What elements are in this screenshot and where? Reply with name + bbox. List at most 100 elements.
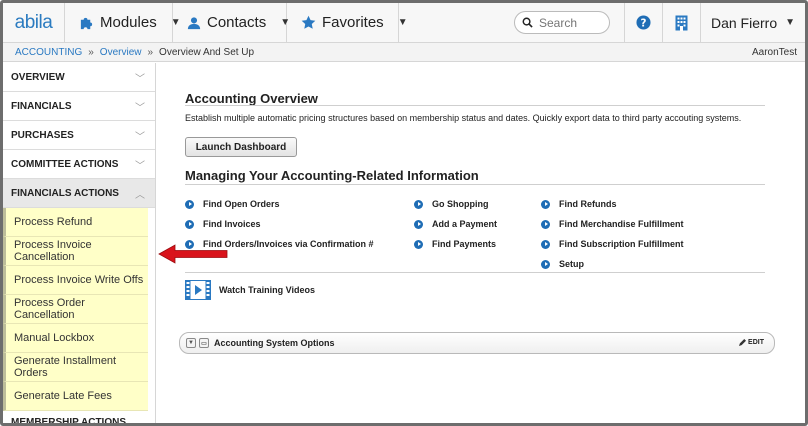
link-find-subscription-fulfillment[interactable]: Find Subscription Fulfillment bbox=[541, 234, 684, 254]
arrow-bullet-icon bbox=[185, 199, 194, 209]
links-column-3: Find Refunds Find Merchandise Fulfillmen… bbox=[541, 194, 684, 274]
help-icon: ? bbox=[636, 15, 651, 30]
video-icon bbox=[185, 280, 211, 300]
arrow-bullet-icon bbox=[414, 199, 423, 209]
breadcrumb-accounting[interactable]: ACCOUNTING bbox=[15, 47, 82, 58]
breadcrumb-current: Overview And Set Up bbox=[159, 46, 255, 58]
sidebar-section-financials[interactable]: FINANCIALS ﹀ bbox=[3, 92, 155, 121]
arrow-bullet-icon bbox=[541, 219, 550, 229]
arrow-bullet-icon bbox=[541, 259, 550, 269]
tenant-name: AaronTest bbox=[751, 47, 797, 58]
link-label: Find Open Orders bbox=[203, 199, 280, 209]
contacts-label: Contacts bbox=[207, 14, 267, 31]
caret-down-icon: ▼ bbox=[785, 17, 796, 28]
edit-button[interactable]: EDIT bbox=[739, 339, 764, 346]
sidebar-section-label: COMMITTEE ACTIONS bbox=[11, 158, 119, 170]
breadcrumb-overview[interactable]: Overview bbox=[100, 47, 142, 58]
chevron-down-icon: ﹀ bbox=[135, 73, 145, 85]
launch-dashboard-button[interactable]: Launch Dashboard bbox=[185, 137, 297, 157]
chevron-down-icon: ﹀ bbox=[135, 160, 145, 172]
sidebar-section-membership-actions[interactable]: MEMBERSHIP ACTIONS bbox=[3, 411, 155, 426]
sidebar-item-generate-installment-orders[interactable]: Generate Installment Orders bbox=[3, 353, 148, 382]
search-icon bbox=[522, 17, 533, 28]
contacts-menu[interactable]: Contacts ▼ bbox=[173, 3, 290, 43]
arrow-bullet-icon bbox=[541, 199, 550, 209]
main-content: Accounting Overview Establish multiple a… bbox=[157, 63, 805, 423]
link-label: Find Payments bbox=[432, 239, 497, 249]
collapse-toggle-icon[interactable]: ▼ bbox=[186, 338, 196, 348]
panel-title: Accounting System Options bbox=[214, 338, 335, 348]
sidebar-section-label: PURCHASES bbox=[11, 129, 74, 141]
pencil-icon bbox=[739, 339, 747, 346]
link-add-a-payment[interactable]: Add a Payment bbox=[414, 214, 497, 234]
annotation-arrow-icon bbox=[158, 244, 228, 264]
puzzle-icon bbox=[80, 17, 93, 30]
overview-title: Accounting Overview bbox=[185, 91, 318, 106]
modules-menu[interactable]: Modules ▼ bbox=[65, 3, 181, 43]
sidebar-item-manual-lockbox[interactable]: Manual Lockbox bbox=[3, 324, 148, 353]
watch-training-videos-link[interactable]: Watch Training Videos bbox=[185, 280, 315, 300]
link-find-refunds[interactable]: Find Refunds bbox=[541, 194, 684, 214]
overview-description: Establish multiple automatic pricing str… bbox=[185, 113, 742, 123]
divider bbox=[185, 105, 765, 106]
breadcrumb: ACCOUNTING » Overview » Overview And Set… bbox=[3, 43, 805, 62]
sidebar-section-purchases[interactable]: PURCHASES ﹀ bbox=[3, 121, 155, 150]
link-find-payments[interactable]: Find Payments bbox=[414, 234, 497, 254]
organization-button[interactable] bbox=[663, 3, 701, 43]
edit-label: EDIT bbox=[748, 339, 764, 346]
favorites-menu[interactable]: Favorites ▼ bbox=[287, 3, 408, 43]
sidebar-section-overview[interactable]: OVERVIEW ﹀ bbox=[3, 63, 155, 92]
favorites-label: Favorites bbox=[322, 14, 384, 31]
training-label: Watch Training Videos bbox=[219, 285, 316, 295]
link-label: Go Shopping bbox=[432, 199, 489, 209]
chevron-up-icon: ︿ bbox=[135, 189, 145, 201]
link-label: Setup bbox=[559, 259, 585, 269]
link-label: Find Invoices bbox=[203, 219, 261, 229]
app-window: abila Modules ▼ Contacts ▼ Favorites ▼ S… bbox=[0, 0, 808, 426]
link-go-shopping[interactable]: Go Shopping bbox=[414, 194, 497, 214]
sidebar-section-label: MEMBERSHIP ACTIONS bbox=[11, 417, 127, 426]
sidebar-section-label: FINANCIALS ACTIONS bbox=[11, 187, 119, 199]
chevron-down-icon: ﹀ bbox=[135, 131, 145, 143]
link-label: Find Refunds bbox=[559, 199, 617, 209]
sidebar-item-generate-late-fees[interactable]: Generate Late Fees bbox=[3, 382, 148, 411]
sidebar-item-process-refund[interactable]: Process Refund bbox=[3, 208, 148, 237]
search-input[interactable] bbox=[539, 15, 599, 30]
user-name: Dan Fierro bbox=[710, 14, 778, 31]
sidebar-section-committee-actions[interactable]: COMMITTEE ACTIONS ﹀ bbox=[3, 150, 155, 179]
sidebar-item-process-order-cancellation[interactable]: Process Order Cancellation bbox=[3, 295, 148, 324]
window-icon[interactable]: ▭ bbox=[199, 338, 209, 348]
link-label: Add a Payment bbox=[432, 219, 498, 229]
link-find-merchandise-fulfillment[interactable]: Find Merchandise Fulfillment bbox=[541, 214, 684, 234]
building-icon bbox=[675, 15, 688, 31]
help-button[interactable]: ? bbox=[625, 3, 663, 43]
breadcrumb-separator: » bbox=[88, 46, 94, 58]
abila-logo[interactable]: abila bbox=[3, 3, 65, 43]
link-find-invoices[interactable]: Find Invoices bbox=[185, 214, 374, 234]
sidebar-item-process-invoice-write-offs[interactable]: Process Invoice Write Offs bbox=[3, 266, 148, 295]
sidebar-item-process-invoice-cancellation[interactable]: Process Invoice Cancellation bbox=[3, 237, 148, 266]
arrow-bullet-icon bbox=[185, 219, 194, 229]
search-area bbox=[399, 3, 625, 43]
sidebar-section-label: FINANCIALS bbox=[11, 100, 72, 112]
star-icon bbox=[301, 15, 316, 29]
modules-label: Modules bbox=[100, 14, 157, 31]
search-box[interactable] bbox=[514, 11, 610, 34]
arrow-bullet-icon bbox=[541, 239, 550, 249]
user-menu[interactable]: Dan Fierro ▼ bbox=[701, 3, 805, 43]
breadcrumb-separator: » bbox=[147, 46, 154, 58]
managing-title: Managing Your Accounting-Related Informa… bbox=[185, 168, 479, 183]
arrow-bullet-icon bbox=[414, 239, 423, 249]
accounting-system-options-panel: ▼ ▭ Accounting System Options EDIT bbox=[179, 332, 775, 354]
sidebar-section-label: OVERVIEW bbox=[11, 71, 65, 83]
person-icon bbox=[187, 16, 201, 29]
sidebar: OVERVIEW ﹀ FINANCIALS ﹀ PURCHASES ﹀ COMM… bbox=[3, 63, 156, 426]
links-column-2: Go Shopping Add a Payment Find Payments bbox=[414, 194, 497, 254]
chevron-down-icon: ﹀ bbox=[135, 102, 145, 114]
link-find-open-orders[interactable]: Find Open Orders bbox=[185, 194, 374, 214]
link-setup[interactable]: Setup bbox=[541, 254, 684, 274]
divider bbox=[185, 272, 765, 273]
sidebar-section-financials-actions[interactable]: FINANCIALS ACTIONS ︿ bbox=[3, 179, 155, 208]
divider bbox=[185, 184, 765, 185]
arrow-bullet-icon bbox=[414, 219, 423, 229]
